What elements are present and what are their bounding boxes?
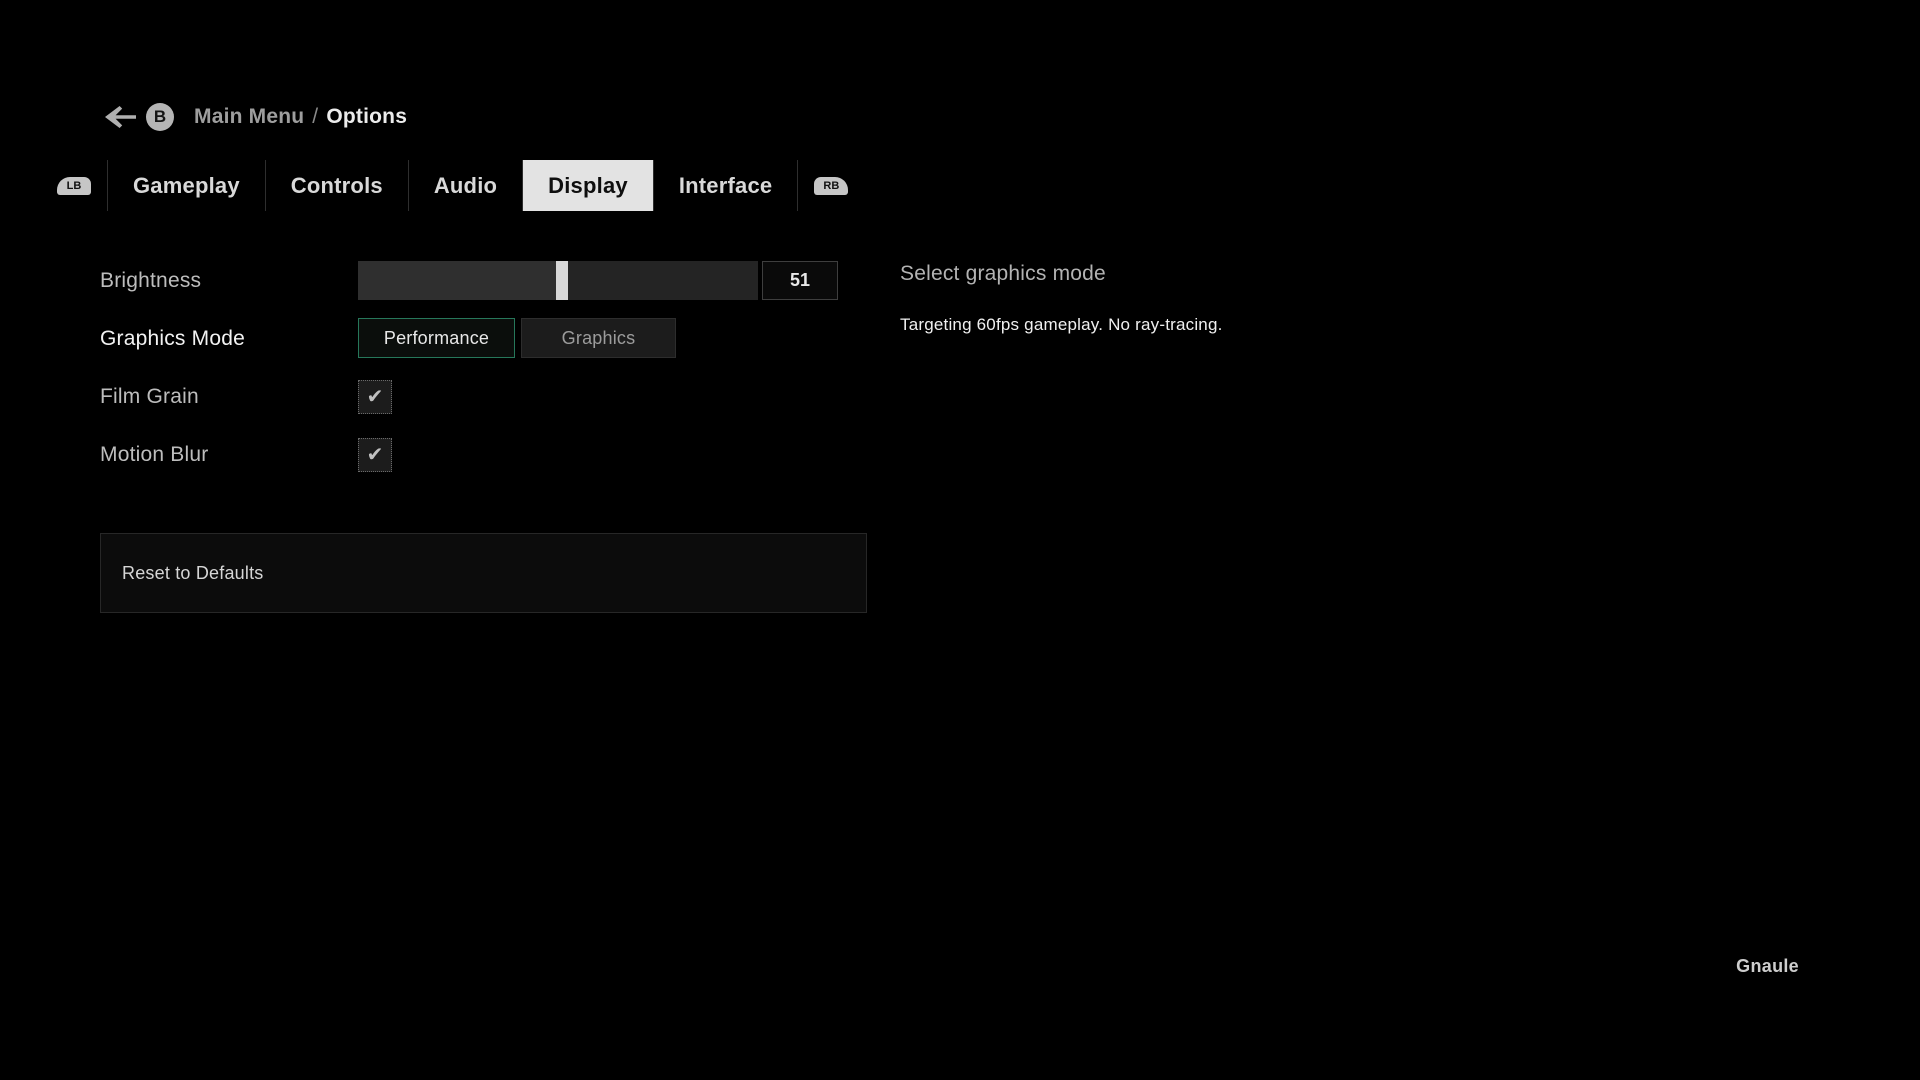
film-grain-control: ✔: [358, 380, 392, 414]
brightness-slider-fill: [358, 261, 562, 300]
gamepad-lb-button-icon: LB: [57, 177, 91, 195]
info-panel-title: Select graphics mode: [900, 262, 1600, 286]
checkmark-icon: ✔: [367, 445, 384, 465]
motion-blur-label: Motion Blur: [100, 438, 208, 472]
motion-blur-row: Motion Blur ✔: [100, 438, 840, 472]
brightness-slider[interactable]: [358, 261, 758, 300]
breadcrumb-separator: /: [312, 105, 318, 128]
options-tab-bar: LB Gameplay Controls Audio Display Inter…: [57, 160, 848, 211]
gamepad-rb-button-icon: RB: [814, 177, 848, 195]
film-grain-checkbox[interactable]: ✔: [358, 380, 392, 414]
options-screen: B Main Menu / Options LB Gameplay Controls…: [0, 0, 1920, 1080]
graphics-mode-row: Graphics Mode Performance Graphics: [100, 318, 840, 360]
film-grain-row: Film Grain ✔: [100, 380, 840, 414]
tab-display[interactable]: Display: [523, 160, 653, 211]
graphics-mode-label: Graphics Mode: [100, 318, 245, 360]
tab-gameplay[interactable]: Gameplay: [108, 160, 265, 211]
tab-divider: [797, 160, 798, 211]
film-grain-label: Film Grain: [100, 380, 199, 414]
brightness-row: Brightness 51: [100, 261, 840, 300]
breadcrumb: B Main Menu / Options: [105, 103, 407, 131]
graphics-mode-control: Performance Graphics: [358, 318, 676, 358]
profile-name: Gnaule: [1736, 956, 1799, 977]
graphics-mode-performance-button[interactable]: Performance: [358, 318, 515, 358]
breadcrumb-text: Main Menu / Options: [194, 105, 407, 129]
breadcrumb-parent[interactable]: Main Menu: [194, 105, 304, 128]
back-button[interactable]: B: [105, 103, 174, 131]
graphics-mode-graphics-button[interactable]: Graphics: [521, 318, 676, 358]
tab-interface[interactable]: Interface: [654, 160, 798, 211]
back-arrow-icon: [105, 106, 137, 128]
brightness-value: 51: [762, 261, 838, 300]
gamepad-b-button-icon: B: [146, 103, 174, 131]
tab-audio[interactable]: Audio: [409, 160, 522, 211]
checkmark-icon: ✔: [367, 387, 384, 407]
brightness-control: 51: [358, 261, 838, 300]
tab-controls[interactable]: Controls: [266, 160, 408, 211]
brightness-thumb[interactable]: [556, 261, 568, 300]
motion-blur-control: ✔: [358, 438, 392, 472]
brightness-label: Brightness: [100, 261, 201, 300]
motion-blur-checkbox[interactable]: ✔: [358, 438, 392, 472]
info-panel: Select graphics mode Targeting 60fps gam…: [900, 262, 1600, 335]
breadcrumb-current: Options: [326, 105, 407, 128]
reset-to-defaults-button[interactable]: Reset to Defaults: [100, 533, 867, 613]
info-panel-description: Targeting 60fps gameplay. No ray-tracing…: [900, 315, 1600, 335]
